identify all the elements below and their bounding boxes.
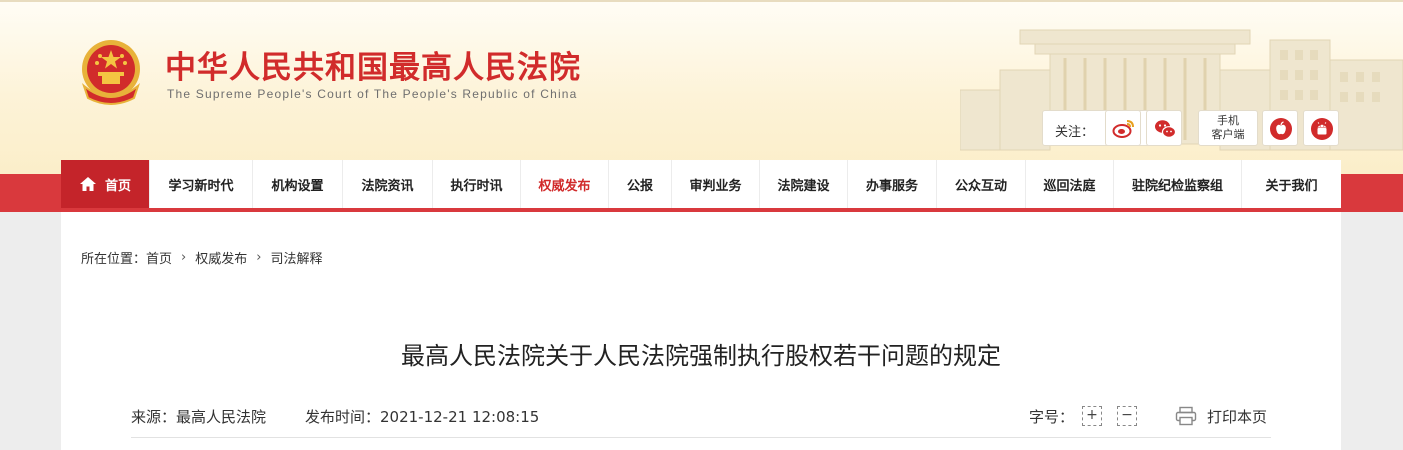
nav-item-organization[interactable]: 机构设置 xyxy=(253,160,343,208)
android-icon xyxy=(1311,118,1333,140)
apple-icon xyxy=(1270,118,1292,140)
android-app-button[interactable] xyxy=(1303,110,1339,146)
mobile-client-box[interactable]: 手机 客户端 xyxy=(1198,110,1258,146)
article-source: 来源：最高人民法院 xyxy=(131,408,267,426)
font-increase-button[interactable]: + xyxy=(1082,406,1102,426)
chevron-right-icon: › xyxy=(256,250,262,265)
site-subtitle: The Supreme People's Court of The People… xyxy=(167,87,578,101)
follow-label: 关注： xyxy=(1055,125,1095,140)
breadcrumb-link-judicial-interpretation[interactable]: 司法解释 xyxy=(270,248,322,267)
breadcrumb-link-release[interactable]: 权威发布 xyxy=(195,248,247,267)
court-building-image xyxy=(960,29,1403,151)
home-icon xyxy=(79,177,96,191)
main-nav: 首页 学习新时代 机构设置 法院资讯 执行时讯 权威发布 公报 审判业务 法院建… xyxy=(61,160,1341,208)
print-page-button[interactable]: 打印本页 xyxy=(1207,406,1267,427)
nav-item-trial-business[interactable]: 审判业务 xyxy=(672,160,760,208)
wechat-icon xyxy=(1155,120,1177,138)
nav-item-services[interactable]: 办事服务 xyxy=(848,160,937,208)
nav-item-authoritative-release[interactable]: 权威发布 xyxy=(521,160,609,208)
nav-item-home[interactable]: 首页 xyxy=(61,160,150,208)
client-label-line2: 客户端 xyxy=(1211,128,1245,141)
nav-item-study-new-era[interactable]: 学习新时代 xyxy=(150,160,253,208)
breadcrumb-prefix: 所在位置： xyxy=(81,252,147,267)
article-publish-time: 发布时间：2021-12-21 12:08:15 xyxy=(305,408,540,426)
font-decrease-button[interactable]: − xyxy=(1117,406,1137,426)
article-title: 最高人民法院关于人民法院强制执行股权若干问题的规定 xyxy=(401,342,1001,370)
breadcrumb: 所在位置： 首页 › 权威发布 › 司法解释 xyxy=(81,248,322,267)
nav-label-home: 首页 xyxy=(104,178,131,194)
nav-item-enforcement-news[interactable]: 执行时讯 xyxy=(433,160,521,208)
nav-item-public-interaction[interactable]: 公众互动 xyxy=(937,160,1026,208)
nav-item-discipline-inspection[interactable]: 驻院纪检监察组 xyxy=(1114,160,1242,208)
weibo-icon xyxy=(1112,120,1134,138)
site-header: 中华人民共和国最高人民法院 The Supreme People's Court… xyxy=(0,0,1403,174)
meta-divider xyxy=(131,437,1271,438)
client-label-line1: 手机 xyxy=(1217,114,1239,127)
chevron-right-icon: › xyxy=(181,250,187,265)
article-container: 所在位置： 首页 › 权威发布 › 司法解释 最高人民法院关于人民法院强制执行股… xyxy=(61,212,1341,450)
nav-item-about-us[interactable]: 关于我们 xyxy=(1242,160,1341,208)
font-size-label: 字号： xyxy=(1029,408,1075,426)
weibo-button[interactable] xyxy=(1105,110,1141,146)
ios-app-button[interactable] xyxy=(1262,110,1298,146)
breadcrumb-link-home[interactable]: 首页 xyxy=(146,248,172,267)
nav-item-gazette[interactable]: 公报 xyxy=(609,160,672,208)
printer-icon[interactable] xyxy=(1175,406,1197,426)
nav-item-court-construction[interactable]: 法院建设 xyxy=(760,160,848,208)
nav-item-circuit-court[interactable]: 巡回法庭 xyxy=(1026,160,1114,208)
national-emblem-logo[interactable] xyxy=(76,36,146,106)
wechat-button[interactable] xyxy=(1146,110,1182,146)
nav-item-court-news[interactable]: 法院资讯 xyxy=(343,160,433,208)
site-title[interactable]: 中华人民共和国最高人民法院 xyxy=(165,42,581,87)
